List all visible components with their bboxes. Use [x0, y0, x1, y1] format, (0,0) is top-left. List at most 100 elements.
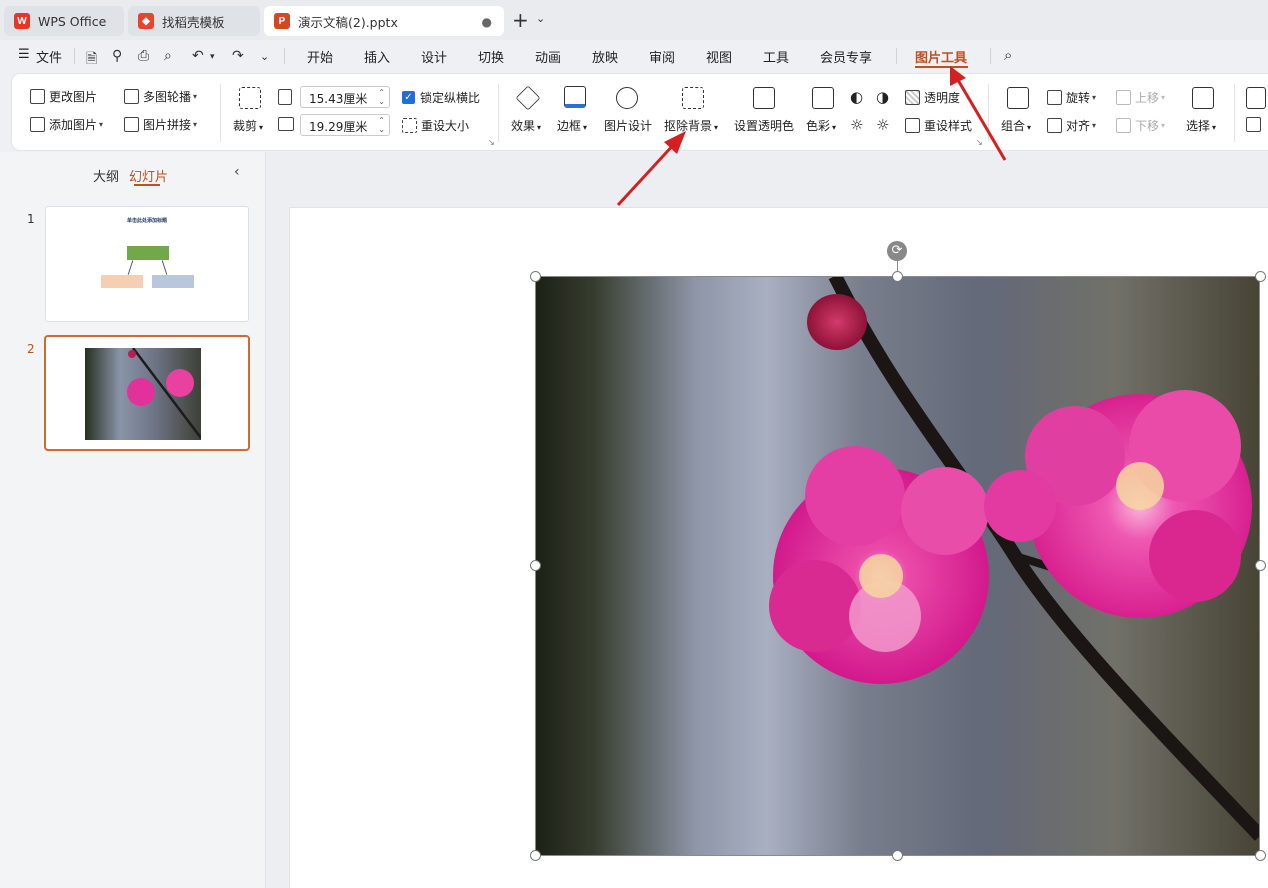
tab-slides[interactable]: 幻灯片: [129, 166, 168, 185]
multi-carousel-label: 多图轮播: [143, 90, 192, 104]
dialog-launcher-icon[interactable]: ↘: [488, 138, 495, 147]
lock-aspect-ratio-label: 锁定纵横比: [420, 91, 481, 105]
send-backward-label: 下移: [1135, 119, 1160, 133]
rotate-handle-icon[interactable]: ⟳: [887, 241, 907, 261]
group-button[interactable]: 组合 ▾: [1001, 117, 1031, 134]
selected-picture[interactable]: [535, 276, 1260, 856]
resize-handle-bottom-left[interactable]: [530, 850, 541, 861]
increase-contrast-icon[interactable]: ◐: [850, 88, 863, 106]
resize-handle-top-left[interactable]: [530, 271, 541, 282]
tab-bar: W WPS Office ◆ 找稻壳模板 P 演示文稿(2).pptx ● + …: [0, 0, 1268, 40]
group-icon: [1007, 87, 1029, 109]
resize-handle-right[interactable]: [1255, 560, 1266, 571]
resize-handle-left[interactable]: [530, 560, 541, 571]
print-icon[interactable]: ⎙: [138, 48, 149, 64]
add-picture-icon: [30, 117, 45, 132]
bring-forward-button[interactable]: 上移 ▾: [1116, 89, 1165, 106]
divider: [988, 84, 989, 142]
quick-access-more-icon[interactable]: ⌄: [260, 50, 269, 63]
align-button[interactable]: 对齐 ▾: [1047, 117, 1096, 134]
thumb-child-box-left: [101, 275, 143, 288]
redo-icon[interactable]: ↷: [232, 48, 244, 64]
reset-size-button[interactable]: 重设大小: [402, 117, 469, 134]
border-button[interactable]: 边框 ▾: [557, 117, 587, 134]
spinner-arrows-icon[interactable]: ⌃ ⌄: [378, 88, 385, 106]
color-label: 色彩: [806, 119, 831, 133]
change-picture-icon: [30, 89, 45, 104]
picture-collage-button[interactable]: 图片拼接 ▾: [124, 116, 197, 133]
thumb-title: 单击此处添加标题: [126, 218, 167, 224]
reset-style-button[interactable]: 重设样式: [905, 117, 972, 134]
print-preview-icon[interactable]: ⌕: [164, 48, 172, 64]
multi-carousel-button[interactable]: 多图轮播 ▾: [124, 88, 197, 105]
undo-dropdown-icon[interactable]: ▾: [210, 52, 215, 62]
resize-handle-top[interactable]: [892, 271, 903, 282]
share-icon[interactable]: ⚲: [112, 48, 122, 64]
set-transparent-color-button[interactable]: 设置透明色: [734, 117, 794, 134]
change-picture-button[interactable]: 更改图片: [30, 88, 97, 105]
crop-label: 裁剪: [233, 119, 258, 133]
tab-outline[interactable]: 大纲: [93, 166, 119, 185]
effects-label: 效果: [511, 119, 536, 133]
undo-icon[interactable]: ↶: [192, 48, 204, 64]
transparency-button[interactable]: 透明度: [905, 89, 960, 106]
dialog-launcher-icon[interactable]: ↘: [976, 138, 983, 147]
carousel-icon: [124, 89, 139, 104]
menu-slideshow[interactable]: 放映: [592, 47, 618, 66]
menu-transitions[interactable]: 切换: [478, 47, 504, 66]
menu-home[interactable]: 开始: [307, 47, 333, 66]
effects-button[interactable]: 效果 ▾: [511, 117, 541, 134]
chevron-down-icon[interactable]: ⌄: [536, 12, 545, 25]
decrease-brightness-icon[interactable]: ☼: [876, 116, 889, 134]
lock-aspect-ratio-checkbox[interactable]: ✓ 锁定纵横比: [402, 89, 480, 106]
resize-handle-bottom[interactable]: [892, 850, 903, 861]
select-button[interactable]: 选择 ▾: [1186, 117, 1216, 134]
save-icon[interactable]: 🗎: [86, 48, 97, 72]
unsaved-dot-icon[interactable]: ●: [482, 15, 492, 29]
menu-icon[interactable]: ☰: [18, 47, 30, 62]
color-button[interactable]: 色彩 ▾: [806, 117, 836, 134]
crop-button[interactable]: 裁剪 ▾: [233, 117, 263, 134]
send-backward-button[interactable]: 下移 ▾: [1116, 117, 1165, 134]
new-tab-plus-icon[interactable]: +: [512, 8, 529, 32]
more-tools-icon[interactable]: [1246, 87, 1266, 109]
menu-insert[interactable]: 插入: [364, 47, 390, 66]
menu-member[interactable]: 会员专享: [820, 47, 872, 66]
spinner-arrows-icon[interactable]: ⌃ ⌄: [378, 116, 385, 134]
divider: [220, 84, 221, 142]
tab-presentation[interactable]: P 演示文稿(2).pptx ●: [264, 6, 504, 36]
remove-background-button[interactable]: 抠除背景 ▾: [664, 117, 718, 134]
crop-icon[interactable]: [239, 87, 261, 109]
height-input[interactable]: 15.43厘米 ⌃ ⌄: [300, 86, 390, 108]
menu-review[interactable]: 审阅: [649, 47, 675, 66]
bring-forward-label: 上移: [1135, 91, 1160, 105]
divider: [498, 84, 499, 142]
decrease-contrast-icon[interactable]: ◑: [876, 88, 889, 106]
menu-tools[interactable]: 工具: [763, 47, 789, 66]
slide-thumbnail-2[interactable]: [44, 335, 250, 451]
width-input[interactable]: 19.29厘米 ⌃ ⌄: [300, 114, 390, 136]
add-picture-button[interactable]: 添加图片 ▾: [30, 116, 103, 133]
picture-design-button[interactable]: 图片设计: [604, 117, 652, 134]
group-label: 组合: [1001, 119, 1026, 133]
menu-picture-tools[interactable]: 图片工具: [915, 47, 967, 66]
menu-file[interactable]: 文件: [36, 47, 62, 66]
menu-design[interactable]: 设计: [421, 47, 447, 66]
rotate-button[interactable]: 旋转 ▾: [1047, 89, 1096, 106]
slide-thumbnail-1[interactable]: 单击此处添加标题: [45, 206, 249, 322]
search-icon[interactable]: ⌕: [1004, 46, 1012, 64]
chevron-down-icon: ▾: [193, 92, 198, 101]
menu-animations[interactable]: 动画: [535, 47, 561, 66]
resize-handle-top-right[interactable]: [1255, 271, 1266, 282]
resize-handle-bottom-right[interactable]: [1255, 850, 1266, 861]
menu-view[interactable]: 视图: [706, 47, 732, 66]
chevron-down-icon: ▾: [193, 120, 198, 129]
send-backward-icon: [1116, 118, 1131, 133]
tab-docer-templates[interactable]: ◆ 找稻壳模板: [128, 6, 260, 36]
thumb-child-box-right: [152, 275, 194, 288]
color-icon: [812, 87, 834, 109]
collapse-panel-icon[interactable]: ‹: [234, 164, 240, 180]
increase-brightness-icon[interactable]: ☼: [850, 116, 863, 134]
tab-wps-office[interactable]: W WPS Office: [4, 6, 124, 36]
more-tools-icon-2[interactable]: [1246, 117, 1265, 132]
